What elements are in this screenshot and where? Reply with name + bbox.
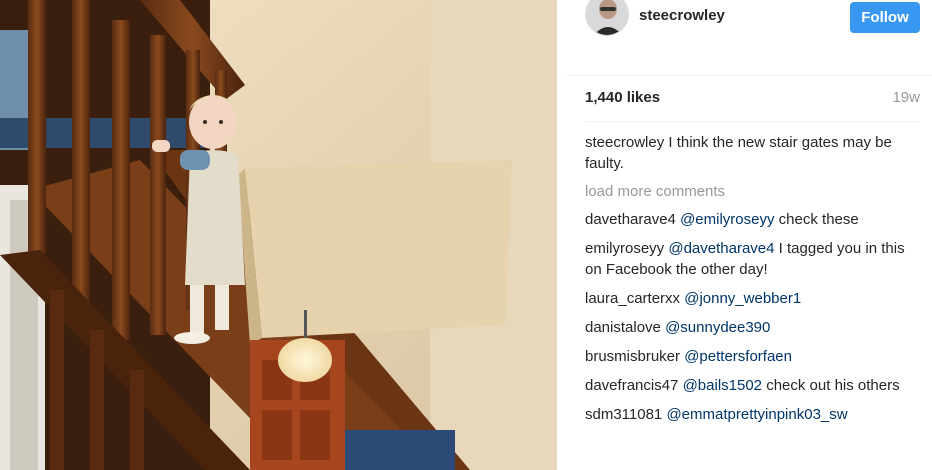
follow-button[interactable]: Follow (850, 2, 920, 33)
comment-user[interactable]: laura_carterxx (585, 290, 680, 307)
avatar-image (586, 0, 628, 35)
comment-mention[interactable]: @bails1502 (683, 377, 762, 394)
comment-mention[interactable]: @sunnydee390 (665, 319, 770, 336)
comment-item: brusmisbruker @pettersforfaen (585, 346, 920, 367)
comment-item: davetharave4 @emilyroseyy check these (585, 209, 920, 230)
comment-mention[interactable]: @emilyroseyy (680, 211, 774, 228)
comment-item: danistalove @sunnydee390 (585, 317, 920, 338)
comment-item: sdm311081 @emmatprettyinpink03_sw (585, 404, 920, 425)
post-username[interactable]: steecrowley (639, 7, 725, 24)
comment-text: check these (778, 211, 859, 228)
comment-text: check out his others (766, 377, 900, 394)
comment-mention[interactable]: @pettersforfaen (684, 348, 792, 365)
comment-user[interactable]: davefrancis47 (585, 377, 678, 394)
comment-mention[interactable]: @emmatprettyinpink03_sw (666, 406, 847, 423)
post-age[interactable]: 19w (892, 89, 920, 106)
post-header: steecrowley Follow (567, 0, 932, 76)
comment-item: laura_carterxx @jonny_webber1 (585, 288, 920, 309)
likes-row: 1,440 likes 19w (567, 86, 932, 114)
post-photo[interactable] (0, 0, 557, 470)
comment-user[interactable]: emilyroseyy (585, 240, 664, 257)
comment-item: emilyroseyy @davetharave4 I tagged you i… (585, 238, 920, 280)
photo-illustration (0, 0, 557, 470)
comment-user[interactable]: brusmisbruker (585, 348, 680, 365)
caption: steecrowley I think the new stair gates … (585, 132, 920, 174)
avatar[interactable] (585, 0, 629, 36)
comment-mention[interactable]: @davetharave4 (668, 240, 774, 257)
comment-user[interactable]: sdm311081 (585, 406, 662, 423)
comment-user[interactable]: davetharave4 (585, 211, 676, 228)
comment-user[interactable]: danistalove (585, 319, 661, 336)
comments-list: steecrowley I think the new stair gates … (585, 132, 920, 433)
post-details-panel: steecrowley Follow 1,440 likes 19w steec… (567, 0, 932, 470)
comment-mention[interactable]: @jonny_webber1 (684, 290, 801, 307)
comment-item: davefrancis47 @bails1502 check out his o… (585, 375, 920, 396)
caption-user[interactable]: steecrowley (585, 134, 664, 151)
likes-count[interactable]: 1,440 likes (585, 89, 660, 106)
divider (585, 121, 920, 122)
load-more-comments-link[interactable]: load more comments (585, 181, 920, 202)
